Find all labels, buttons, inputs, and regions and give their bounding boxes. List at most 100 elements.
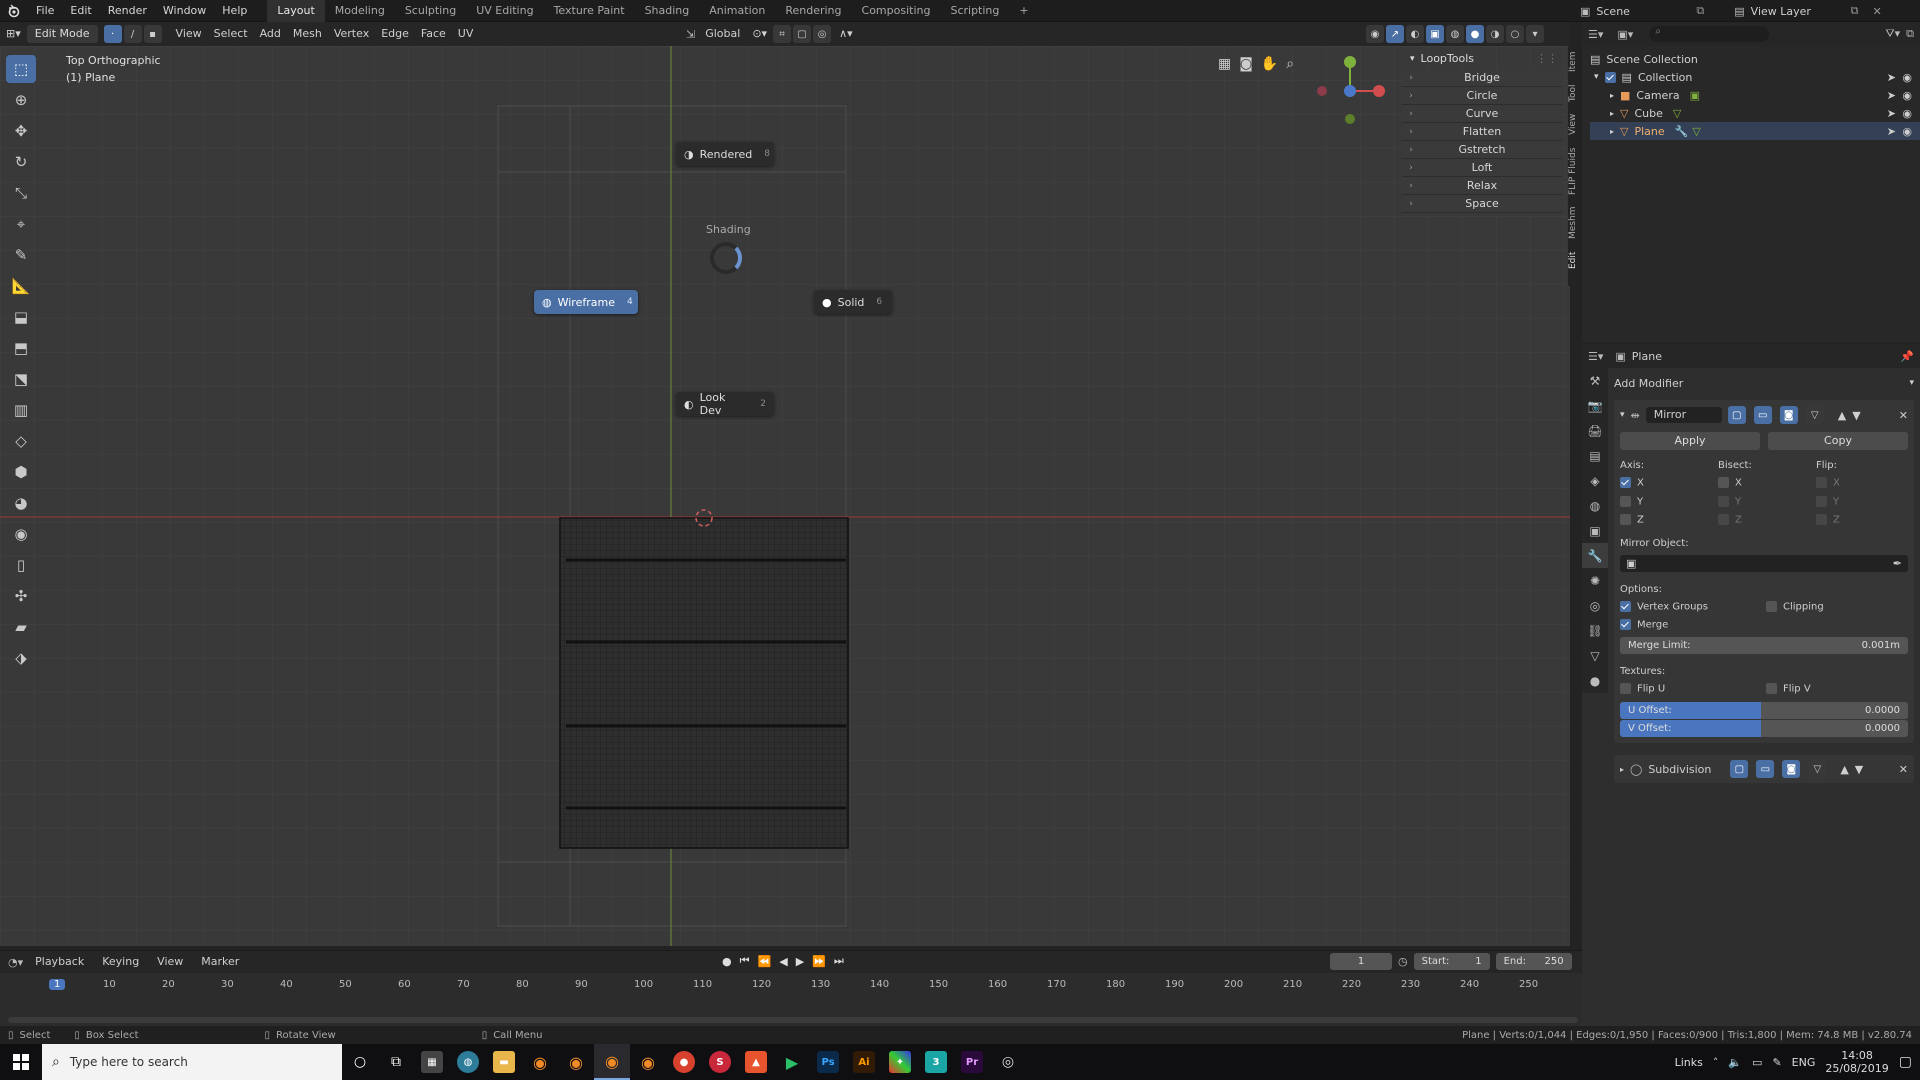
blender-app-icon-2[interactable]: ◉ [558, 1044, 594, 1080]
flip-z-checkbox[interactable] [1816, 514, 1827, 525]
bisect-x-checkbox[interactable] [1718, 477, 1729, 488]
constraints-tab-icon[interactable]: ⛓ [1582, 618, 1608, 643]
edge-slide-tool-icon[interactable]: ▯ [6, 551, 36, 579]
shear-tool-icon[interactable]: ▰ [6, 613, 36, 641]
pin-icon[interactable]: 📌 [1900, 350, 1914, 363]
annotate-tool-icon[interactable]: ✎ [6, 241, 36, 269]
app-red-icon[interactable]: S [702, 1044, 738, 1080]
drag-handle-icon[interactable]: ⋮⋮ [1536, 49, 1558, 69]
modifier-tab-icon[interactable]: 🔧 [1582, 543, 1608, 568]
mirror-object-field[interactable]: ▣ ✒ [1620, 554, 1908, 572]
transform-tool-icon[interactable]: ⌖ [6, 210, 36, 238]
editmode-toggle-icon[interactable]: ▢ [1727, 406, 1746, 424]
axis-x-checkbox[interactable] [1620, 477, 1631, 488]
remove-modifier-icon[interactable]: ✕ [1899, 763, 1908, 776]
browser-icon[interactable]: ◍ [450, 1044, 486, 1080]
world-tab-icon[interactable]: ◍ [1582, 493, 1608, 518]
next-keyframe-icon[interactable]: ⏩ [812, 955, 826, 968]
editor-type-icon[interactable]: ⊞▾ [0, 25, 27, 43]
eye-icon[interactable]: ◉ [1902, 107, 1912, 120]
sidebar-tab-edit[interactable]: Edit [1568, 251, 1578, 268]
outliner-editor-icon[interactable]: ☰▾ [1588, 28, 1603, 41]
expand-icon[interactable]: ▸ [1620, 765, 1624, 774]
pie-wireframe-button[interactable]: ◍ Wireframe 4 [534, 290, 638, 314]
looptools-gstretch[interactable]: › Gstretch [1402, 141, 1562, 159]
select-arrow-icon[interactable]: ➤ [1887, 107, 1896, 120]
shading-wireframe-icon[interactable]: ◍ [1446, 25, 1464, 43]
add-modifier-dropdown[interactable]: Add Modifier [1614, 377, 1909, 390]
viewport-toggle-icon[interactable]: ▭ [1756, 760, 1775, 778]
merge-limit-field[interactable]: Merge Limit: 0.001m [1620, 636, 1908, 654]
pivot-icon[interactable]: ⊙▾ [746, 25, 773, 43]
output-tab-icon[interactable]: 🖨 [1582, 418, 1608, 443]
poly-build-tool-icon[interactable]: ⬢ [6, 458, 36, 486]
tab-uv-editing[interactable]: UV Editing [466, 0, 543, 22]
scene-tab-icon[interactable]: ◈ [1582, 468, 1608, 493]
pie-rendered-button[interactable]: ◑ Rendered 8 [676, 142, 774, 166]
end-frame-field[interactable]: End: 250 [1495, 953, 1572, 970]
menu-file[interactable]: File [28, 0, 62, 22]
tab-sculpting[interactable]: Sculpting [395, 0, 466, 22]
eye-icon[interactable]: ◉ [1902, 71, 1912, 84]
close-icon[interactable]: ✕ [1873, 5, 1882, 18]
edge-select-icon[interactable]: / [123, 25, 142, 43]
oncage-toggle-icon[interactable]: ▽ [1805, 406, 1824, 424]
menu-vertex[interactable]: Vertex [328, 25, 375, 43]
premiere-icon[interactable]: Pr [954, 1044, 990, 1080]
axis-z-checkbox[interactable] [1620, 514, 1631, 525]
search-input[interactable]: Type here to search [70, 1055, 188, 1069]
inset-tool-icon[interactable]: ⬒ [6, 334, 36, 362]
flip-u-checkbox[interactable] [1620, 682, 1631, 694]
select-arrow-icon[interactable]: ➤ [1887, 125, 1896, 138]
expand-icon[interactable]: ▸ [1610, 91, 1614, 100]
file-explorer-icon[interactable]: ▬ [486, 1044, 522, 1080]
flip-y-checkbox[interactable] [1816, 495, 1827, 507]
shading-options-icon[interactable]: ▾ [1526, 25, 1544, 43]
3d-viewport[interactable]: Top Orthographic (1) Plane ▦ ◙ ✋ ⌕ ◑ Ren… [0, 46, 1570, 946]
menu-mesh[interactable]: Mesh [287, 25, 328, 43]
menu-face[interactable]: Face [415, 25, 452, 43]
menu-playback[interactable]: Playback [29, 953, 90, 971]
menu-keying[interactable]: Keying [96, 953, 145, 971]
falloff-icon[interactable]: ∧▾ [833, 25, 859, 43]
spin-tool-icon[interactable]: ◕ [6, 489, 36, 517]
orientation-selector[interactable]: Global [699, 25, 746, 43]
looptools-loft[interactable]: › Loft [1402, 159, 1562, 177]
view-layer-selector[interactable]: View Layer [1751, 5, 1851, 18]
menu-window[interactable]: Window [155, 0, 214, 22]
extrude-tool-icon[interactable]: ⬓ [6, 303, 36, 331]
sidebar-tab-meshm[interactable]: Meshm [1568, 207, 1578, 239]
scale-tool-icon[interactable]: ⤡ [6, 179, 36, 207]
menu-marker[interactable]: Marker [195, 953, 245, 971]
record-icon[interactable]: ● [722, 955, 732, 968]
colorful-app-icon[interactable]: ✦ [882, 1044, 918, 1080]
flip-x-checkbox[interactable] [1816, 477, 1827, 488]
collapse-icon[interactable]: ▾ [1620, 410, 1625, 420]
blender-app-icon[interactable]: ◉ [522, 1044, 558, 1080]
overlay-icon[interactable]: ◐ [1406, 25, 1424, 43]
looptools-bridge[interactable]: › Bridge [1402, 69, 1562, 87]
visibility-icon[interactable]: ◉ [1366, 25, 1384, 43]
tab-scripting[interactable]: Scripting [940, 0, 1009, 22]
menu-help[interactable]: Help [214, 0, 255, 22]
taskbar-search[interactable]: ⌕ Type here to search [42, 1044, 342, 1080]
eyedropper-icon[interactable]: ✒ [1893, 557, 1902, 570]
flip-v-checkbox[interactable] [1766, 682, 1777, 694]
scene-copy-icon[interactable]: ⧉ [1696, 4, 1704, 18]
smooth-tool-icon[interactable]: ◉ [6, 520, 36, 548]
volume-icon[interactable]: 🔈 [1728, 1056, 1742, 1069]
editmode-toggle-icon[interactable]: ▢ [1730, 760, 1749, 778]
shading-rendered-icon[interactable]: ○ [1506, 25, 1524, 43]
render-tab-icon[interactable]: 📷 [1582, 393, 1608, 418]
pie-lookdev-button[interactable]: ◐ Look Dev 2 [676, 391, 774, 417]
apply-button[interactable]: Apply [1620, 432, 1760, 450]
render-toggle-icon[interactable]: ◙ [1779, 406, 1798, 424]
grid-toggle-icon[interactable]: ▦ [1218, 56, 1231, 72]
snap-icon[interactable]: ⌗ [773, 25, 792, 43]
collection-include-checkbox[interactable] [1604, 71, 1616, 83]
move-down-icon[interactable]: ▼ [1855, 763, 1863, 776]
move-down-icon[interactable]: ▼ [1852, 409, 1860, 422]
data-tab-icon[interactable]: ▽ [1582, 643, 1608, 668]
xray-icon[interactable]: ▣ [1426, 25, 1444, 43]
copy-button[interactable]: Copy [1768, 432, 1908, 450]
